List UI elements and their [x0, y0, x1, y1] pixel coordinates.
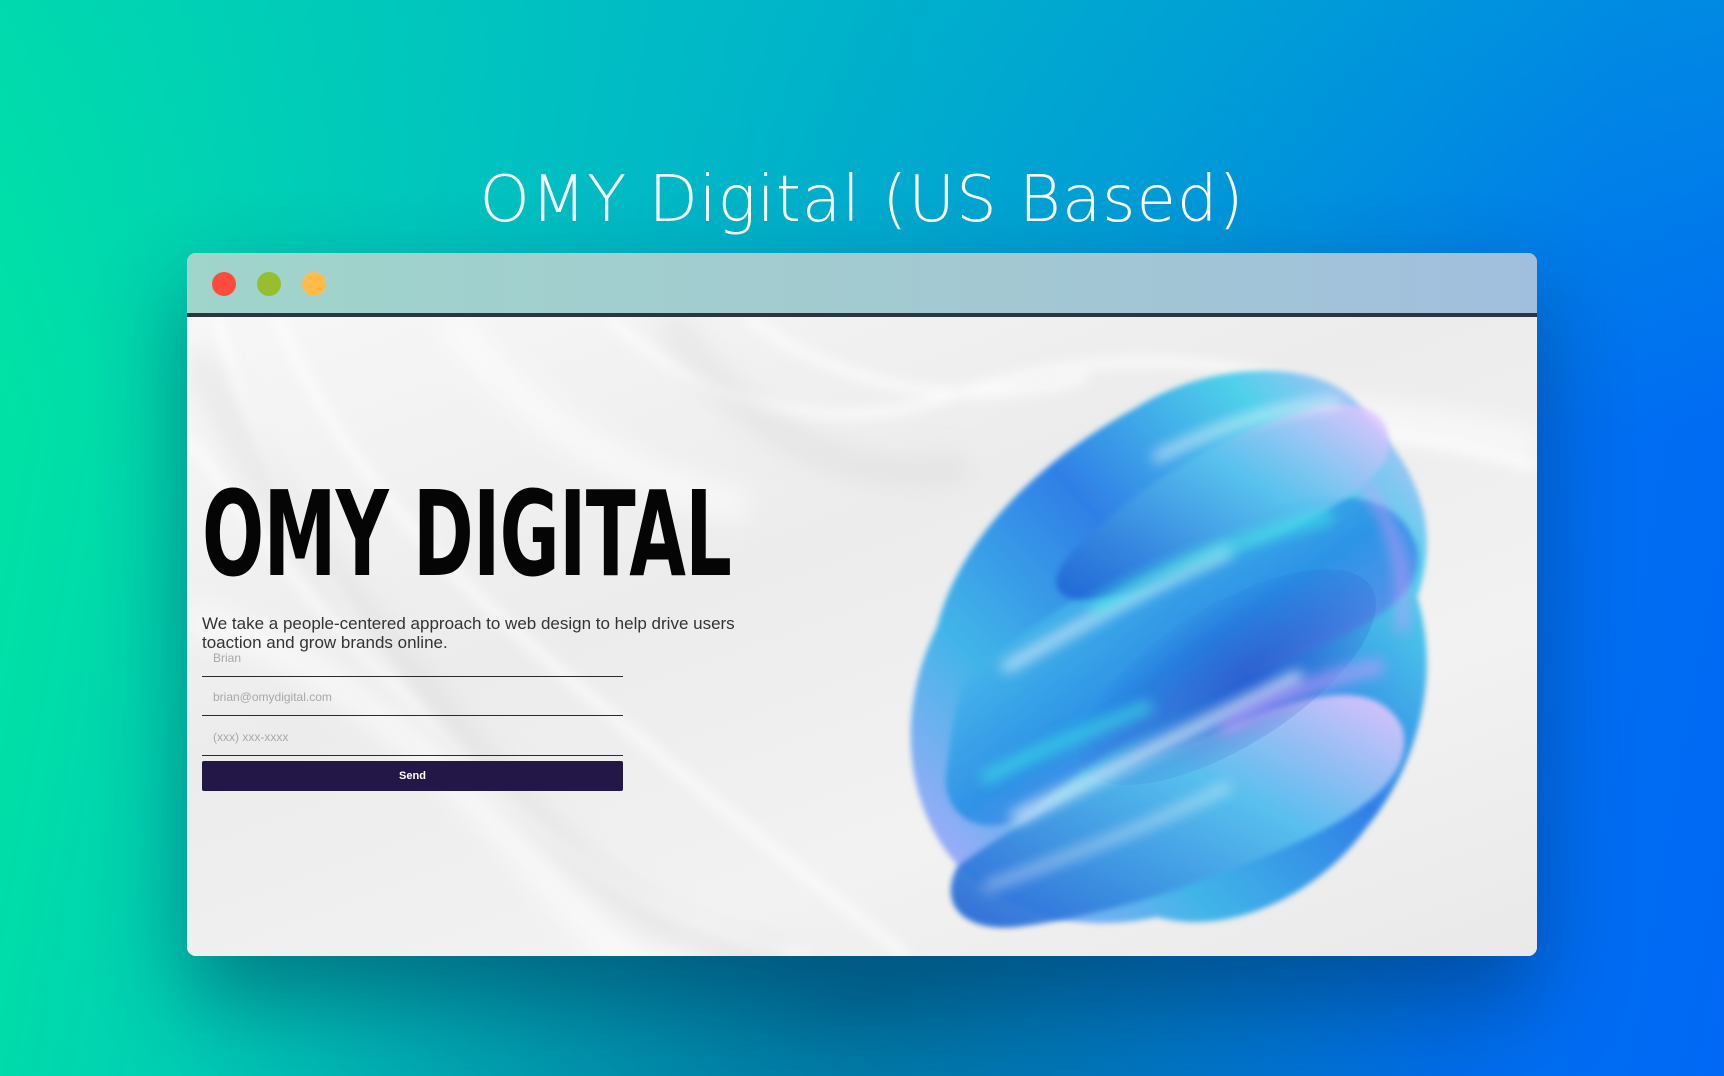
close-window-icon[interactable]	[212, 272, 236, 296]
website-viewport: OMY DIGITAL We take a people-centered ap…	[187, 317, 1537, 956]
send-button[interactable]: Send	[202, 761, 623, 791]
window-titlebar	[187, 253, 1537, 317]
page-title: OMY Digital (US Based)	[479, 162, 1245, 237]
iridescent-3d-shape-image	[910, 370, 1427, 928]
email-input[interactable]	[202, 678, 623, 716]
hero-title: OMY DIGITAL	[202, 465, 732, 603]
phone-input[interactable]	[202, 718, 623, 756]
browser-window: OMY DIGITAL We take a people-centered ap…	[187, 253, 1537, 956]
name-input[interactable]	[202, 639, 623, 677]
minimize-window-icon[interactable]	[257, 272, 281, 296]
maximize-window-icon[interactable]	[302, 272, 326, 296]
